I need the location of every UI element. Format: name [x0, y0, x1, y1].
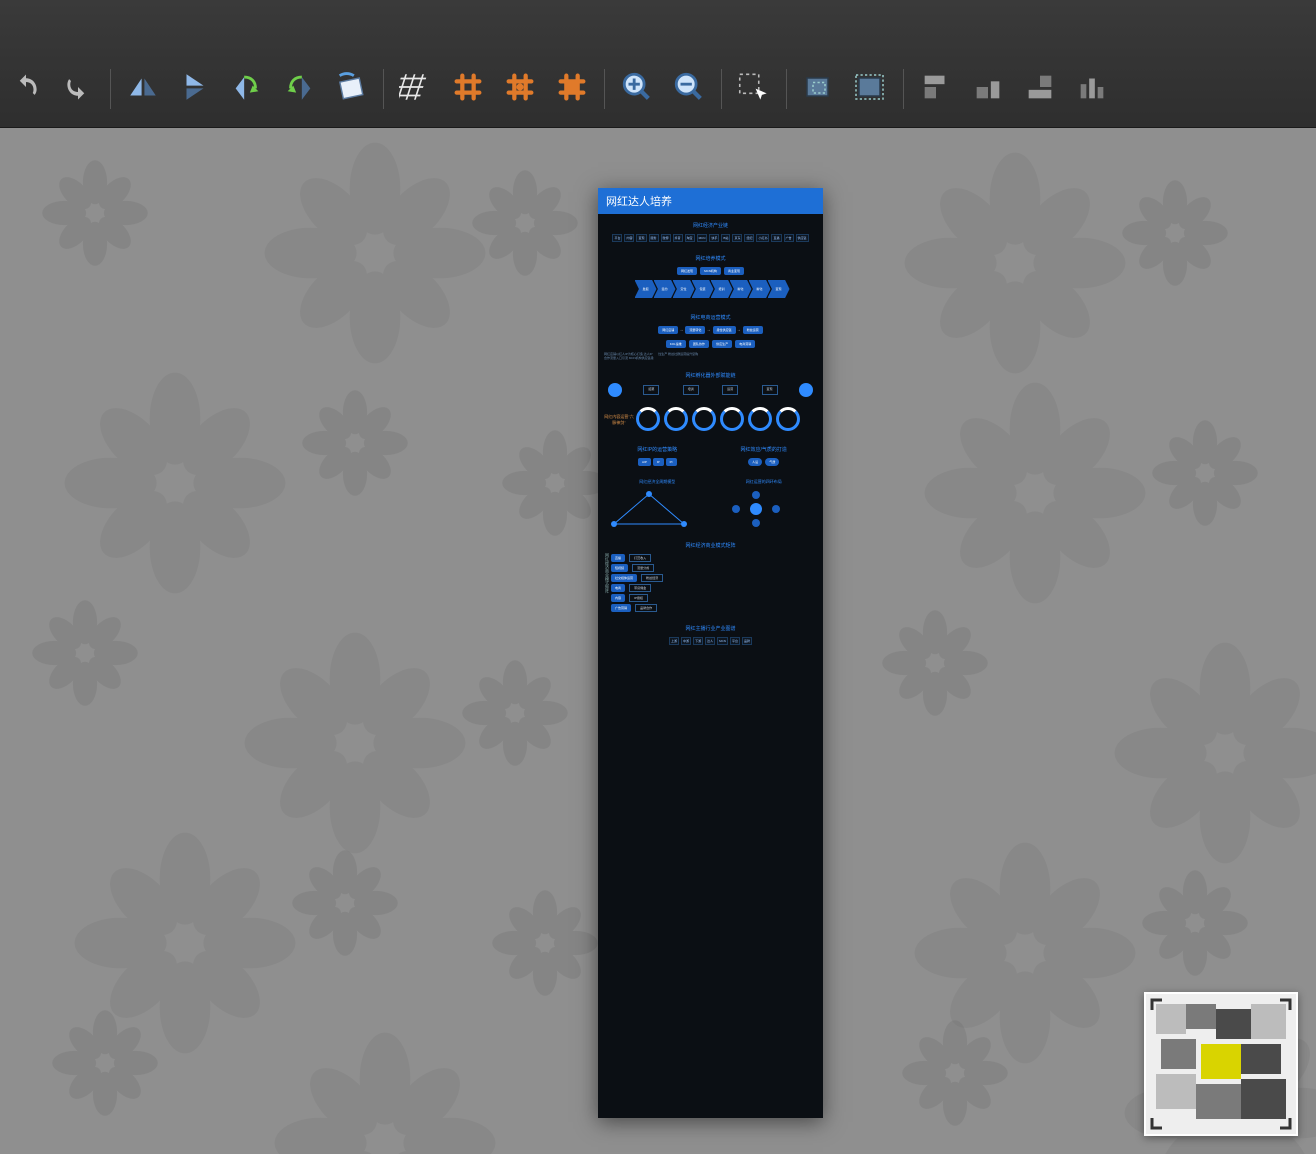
document-title: 网红达人培养	[598, 188, 823, 214]
flip-vertical-button[interactable]	[173, 65, 217, 109]
section-heading: 网红培养模式	[604, 255, 817, 262]
align-left-button[interactable]	[914, 65, 958, 109]
navigator-panel[interactable]	[1144, 992, 1298, 1136]
section-heading: 网红电商运营模式	[604, 314, 817, 321]
section-heading: 网红经济产业链	[604, 222, 817, 229]
section-heading: 网红经济商业模式矩阵	[604, 542, 817, 549]
canvas-workspace[interactable]: 网红达人培养 网红经济产业链 平台内容变现服务 微博抖音淘宝MCN 快手B站京东…	[0, 128, 1316, 1154]
snap-grid-3-button[interactable]	[550, 65, 594, 109]
toolbar-separator	[903, 69, 904, 109]
rotate-cw-button[interactable]	[277, 65, 321, 109]
selection-tool-button[interactable]	[732, 65, 776, 109]
toolbar-separator	[721, 69, 722, 109]
toolbar-separator	[786, 69, 787, 109]
zoom-out-button[interactable]	[667, 65, 711, 109]
crop-extend-button[interactable]	[849, 65, 893, 109]
undo-button[interactable]	[4, 65, 48, 109]
section-heading: 网红运营的四环布局	[711, 479, 818, 485]
section-heading: 网红IP的运营策略	[604, 446, 711, 453]
toolbar-separator	[110, 69, 111, 109]
zoom-in-button[interactable]	[615, 65, 659, 109]
crop-button[interactable]	[797, 65, 841, 109]
distribute-button[interactable]	[1070, 65, 1114, 109]
rotate-ccw-button[interactable]	[225, 65, 269, 109]
align-bottom-button[interactable]	[966, 65, 1010, 109]
process-chevrons: 发掘 签约 定位 包装 培训 孵化 孵化 变现	[604, 280, 817, 298]
align-right-button[interactable]	[1018, 65, 1062, 109]
snap-grid-1-button[interactable]	[446, 65, 490, 109]
rings-label: 网红内容运营"六脉神剑"	[604, 414, 634, 426]
toolbar-separator	[604, 69, 605, 109]
chain-grid: 平台内容变现服务 微博抖音淘宝MCN 快手B站京东经纪 小红书直播广告供应链	[604, 233, 817, 243]
section-heading: 网红经济全周期模型	[604, 479, 711, 485]
section-heading: 网红孵化器外部赋能链	[604, 372, 817, 379]
document-preview[interactable]: 网红达人培养 网红经济产业链 平台内容变现服务 微博抖音淘宝MCN 快手B站京东…	[598, 188, 823, 1118]
section-heading: 网红主播行业产业图谱	[604, 625, 817, 632]
toolbar-separator	[383, 69, 384, 109]
free-rotate-button[interactable]	[329, 65, 373, 109]
redo-button[interactable]	[56, 65, 100, 109]
section-heading: 网红效应/气质的打造	[711, 446, 818, 453]
flip-horizontal-button[interactable]	[121, 65, 165, 109]
grid-button[interactable]	[394, 65, 438, 109]
snap-grid-2-button[interactable]	[498, 65, 542, 109]
toolbar	[0, 0, 1316, 128]
six-rings	[634, 405, 802, 434]
